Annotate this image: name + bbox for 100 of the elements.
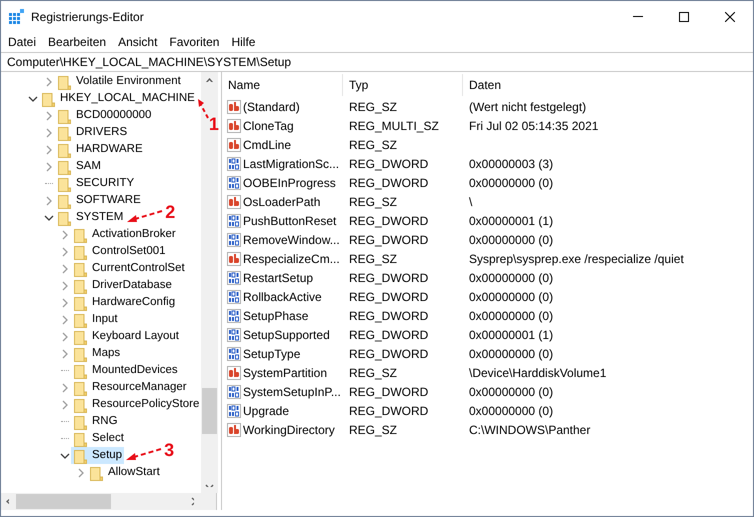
value-name[interactable]: SetupSupported: [243, 326, 330, 344]
tree-item[interactable]: ControlSet001: [71, 243, 168, 260]
chevron-right-icon[interactable]: [62, 246, 68, 256]
minimize-icon: [633, 16, 643, 17]
chevron-right-icon[interactable]: [62, 298, 68, 308]
folder-icon: [58, 124, 71, 140]
folder-icon: [74, 328, 87, 344]
tree-item[interactable]: BCD00000000: [55, 107, 154, 124]
value-name[interactable]: RespecializeCm...: [243, 250, 340, 268]
tree-item[interactable]: RNG: [71, 413, 120, 430]
tree-item[interactable]: ResourcePolicyStore: [71, 396, 202, 413]
tree-item[interactable]: HKEY_LOCAL_MACHINE: [39, 90, 197, 107]
value-name[interactable]: SystemSetupInP...: [243, 382, 341, 400]
folder-icon: [74, 430, 87, 446]
address-bar[interactable]: Computer\HKEY_LOCAL_MACHINE\SYSTEM\Setup: [1, 52, 753, 72]
menu-item[interactable]: Favoriten: [163, 32, 226, 52]
scrollbar-thumb[interactable]: [202, 388, 218, 434]
horizontal-scrollbar[interactable]: [1, 493, 216, 510]
column-header[interactable]: Name: [222, 74, 343, 96]
value-data: 0x00000000 (0): [469, 290, 554, 304]
annotation-number: 3: [164, 441, 174, 459]
scroll-right-icon[interactable]: [191, 497, 194, 506]
value-name[interactable]: (Standard): [243, 98, 300, 116]
chevron-right-icon[interactable]: [46, 128, 52, 138]
chevron-right-icon[interactable]: [46, 110, 52, 120]
binary-value-icon: [227, 346, 241, 360]
value-name[interactable]: SetupPhase: [243, 306, 308, 324]
value-data: (Wert nicht festgelegt): [469, 100, 586, 114]
value-name[interactable]: RollbackActive: [243, 288, 322, 306]
menu-item[interactable]: Hilfe: [225, 32, 262, 52]
tree-item[interactable]: Setup: [71, 447, 124, 464]
value-data: 0x00000000 (0): [469, 270, 554, 284]
value-name[interactable]: LastMigrationSc...: [243, 154, 340, 172]
tree-item[interactable]: MountedDevices: [71, 362, 180, 379]
value-name[interactable]: Upgrade: [243, 402, 290, 420]
tree-item[interactable]: SYSTEM: [55, 209, 126, 226]
folder-icon: [74, 414, 87, 430]
chevron-right-icon[interactable]: [62, 230, 68, 240]
menu-item[interactable]: Bearbeiten: [42, 32, 112, 52]
scrollbar-thumb[interactable]: [16, 494, 111, 509]
vertical-scrollbar[interactable]: [201, 72, 218, 493]
tree-item[interactable]: Maps: [71, 345, 122, 362]
string-value-icon: [227, 422, 241, 436]
tree-item[interactable]: Volatile Environment: [55, 73, 183, 90]
chevron-right-icon[interactable]: [62, 314, 68, 324]
scroll-down-icon[interactable]: [205, 484, 214, 487]
chevron-right-icon[interactable]: [46, 162, 52, 172]
folder-icon: [74, 260, 87, 276]
tree-item[interactable]: DriverDatabase: [71, 277, 174, 294]
value-name[interactable]: PushButtonReset: [243, 212, 336, 230]
value-type: REG_DWORD: [349, 346, 428, 360]
chevron-down-icon[interactable]: [44, 214, 54, 220]
tree-item[interactable]: CurrentControlSet: [71, 260, 187, 277]
chevron-right-icon[interactable]: [46, 196, 52, 206]
value-name[interactable]: WorkingDirectory: [243, 420, 335, 438]
chevron-right-icon[interactable]: [62, 280, 68, 290]
tree-item[interactable]: ActivationBroker: [71, 226, 178, 243]
value-type: REG_DWORD: [349, 156, 428, 170]
scroll-left-icon[interactable]: [6, 497, 9, 506]
tree-item[interactable]: SAM: [55, 158, 103, 175]
value-data: Fri Jul 02 05:14:35 2021: [469, 118, 598, 132]
value-name[interactable]: CloneTag: [243, 116, 294, 134]
value-name[interactable]: CmdLine: [243, 136, 292, 154]
value-name[interactable]: SystemPartition: [243, 364, 328, 382]
chevron-right-icon[interactable]: [62, 382, 68, 392]
tree-item[interactable]: ResourceManager: [71, 379, 189, 396]
column-header[interactable]: Daten: [463, 74, 753, 96]
value-name[interactable]: OsLoaderPath: [243, 192, 320, 210]
tree-item[interactable]: HARDWARE: [55, 141, 145, 158]
column-header[interactable]: Typ: [343, 74, 463, 96]
value-name[interactable]: OOBEInProgress: [243, 174, 336, 192]
scroll-up-icon[interactable]: [205, 78, 214, 82]
tree-item[interactable]: SECURITY: [55, 175, 136, 192]
menu-item[interactable]: Datei: [2, 32, 42, 52]
tree-item[interactable]: DRIVERS: [55, 124, 130, 141]
chevron-down-icon[interactable]: [60, 452, 70, 458]
chevron-right-icon[interactable]: [62, 348, 68, 358]
tree-item[interactable]: Keyboard Layout: [71, 328, 181, 345]
value-type: REG_DWORD: [349, 176, 428, 190]
value-name[interactable]: RemoveWindow...: [243, 230, 340, 248]
value-name[interactable]: SetupType: [243, 344, 300, 362]
chevron-right-icon[interactable]: [62, 400, 68, 410]
menu-item[interactable]: Ansicht: [112, 32, 164, 52]
chevron-right-icon[interactable]: [62, 264, 68, 274]
tree-item[interactable]: Select: [71, 430, 126, 447]
value-type: REG_DWORD: [349, 232, 428, 246]
value-name[interactable]: RestartSetup: [243, 268, 314, 286]
chevron-right-icon[interactable]: [62, 332, 68, 342]
chevron-right-icon[interactable]: [78, 468, 84, 478]
tree-item[interactable]: HardwareConfig: [71, 294, 178, 311]
chevron-right-icon[interactable]: [46, 144, 52, 154]
tree-item[interactable]: Input: [71, 311, 120, 328]
tree-item[interactable]: SOFTWARE: [55, 192, 143, 209]
chevron-down-icon[interactable]: [28, 96, 38, 102]
folder-icon: [58, 192, 71, 208]
binary-value-icon: [227, 290, 241, 304]
chevron-right-icon[interactable]: [46, 76, 52, 86]
value-data: 0x00000001 (1): [469, 328, 554, 342]
folder-icon: [58, 158, 71, 174]
tree-item[interactable]: AllowStart: [87, 464, 162, 481]
